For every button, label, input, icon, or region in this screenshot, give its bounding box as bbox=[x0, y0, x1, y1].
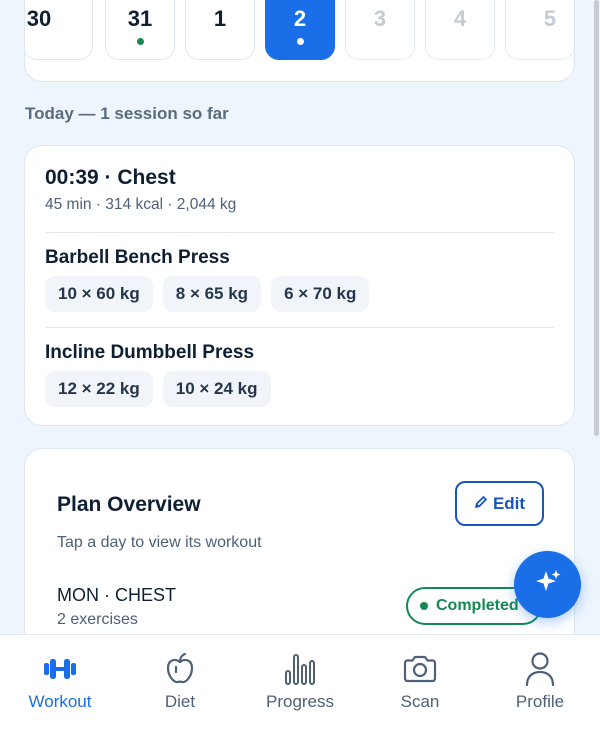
set-list: 12 × 22 kg 10 × 24 kg bbox=[45, 371, 271, 407]
plan-title: Plan Overview bbox=[57, 493, 201, 516]
day-number: 3 bbox=[373, 6, 387, 31]
status-label: Completed bbox=[436, 597, 519, 614]
pencil-icon bbox=[474, 494, 488, 514]
tab-label: Progress bbox=[265, 692, 335, 711]
camera-icon bbox=[402, 651, 438, 687]
day-number: 1 bbox=[213, 6, 227, 31]
day-number: 4 bbox=[453, 6, 467, 31]
set-list: 10 × 60 kg 8 × 65 kg 6 × 70 kg bbox=[45, 276, 370, 312]
day-30[interactable]: 30 bbox=[25, 0, 93, 60]
session-card[interactable]: 00:39 · Chest 45 min · 314 kcal · 2,044 … bbox=[24, 145, 575, 426]
plan-day-exercise-count: 2 exercises bbox=[57, 611, 138, 628]
date-strip: 30 31 1 2 3 4 5 bbox=[24, 0, 575, 82]
day-1[interactable]: 1 bbox=[185, 0, 255, 60]
today-label: Today — 1 session so far bbox=[25, 104, 229, 123]
tab-diet[interactable]: Diet bbox=[120, 635, 240, 729]
set-chip: 8 × 65 kg bbox=[162, 276, 262, 312]
bar-chart-icon bbox=[283, 651, 317, 687]
edit-plan-button[interactable]: Edit bbox=[455, 481, 544, 526]
tab-progress[interactable]: Progress bbox=[240, 635, 360, 729]
tab-profile[interactable]: Profile bbox=[480, 635, 600, 729]
tab-label: Scan bbox=[400, 692, 440, 711]
tab-label: Workout bbox=[28, 692, 92, 711]
plan-hint: Tap a day to view its workout bbox=[57, 534, 262, 551]
dumbbell-icon bbox=[41, 651, 79, 687]
day-5[interactable]: 5 bbox=[505, 0, 574, 60]
day-number: 2 bbox=[293, 6, 307, 31]
day-31[interactable]: 31 bbox=[105, 0, 175, 60]
day-2-selected[interactable]: 2 bbox=[265, 0, 335, 60]
status-dot bbox=[420, 602, 428, 610]
bottom-tab-bar: Workout Diet Progress Scan Profile bbox=[0, 634, 600, 729]
set-chip: 10 × 60 kg bbox=[45, 276, 153, 312]
day-number: 30 bbox=[26, 6, 52, 31]
exercise-name: Incline Dumbbell Press bbox=[45, 342, 255, 363]
day-4[interactable]: 4 bbox=[425, 0, 495, 60]
sparkle-icon bbox=[533, 567, 563, 602]
tab-label: Diet bbox=[164, 692, 196, 711]
day-number: 31 bbox=[127, 6, 153, 31]
session-title: 00:39 · Chest bbox=[45, 166, 176, 189]
set-chip: 6 × 70 kg bbox=[271, 276, 370, 312]
user-icon bbox=[524, 651, 556, 687]
edit-label: Edit bbox=[492, 493, 526, 513]
divider bbox=[45, 327, 554, 328]
session-meta: 45 min · 314 kcal · 2,044 kg bbox=[45, 196, 237, 213]
ai-assistant-button[interactable] bbox=[514, 551, 581, 618]
divider bbox=[45, 232, 554, 233]
tab-scan[interactable]: Scan bbox=[360, 635, 480, 729]
session-dot bbox=[136, 38, 144, 45]
plan-day-label[interactable]: MON · CHEST bbox=[57, 585, 176, 606]
set-chip: 10 × 24 kg bbox=[162, 371, 271, 407]
day-number: 5 bbox=[543, 6, 557, 31]
scrollbar[interactable] bbox=[594, 0, 599, 436]
tab-workout[interactable]: Workout bbox=[0, 635, 120, 729]
apple-icon bbox=[163, 651, 197, 687]
exercise-name: Barbell Bench Press bbox=[45, 247, 230, 268]
tab-label: Profile bbox=[515, 692, 565, 711]
set-chip: 12 × 22 kg bbox=[45, 371, 153, 407]
day-3[interactable]: 3 bbox=[345, 0, 415, 60]
session-dot bbox=[296, 38, 304, 45]
